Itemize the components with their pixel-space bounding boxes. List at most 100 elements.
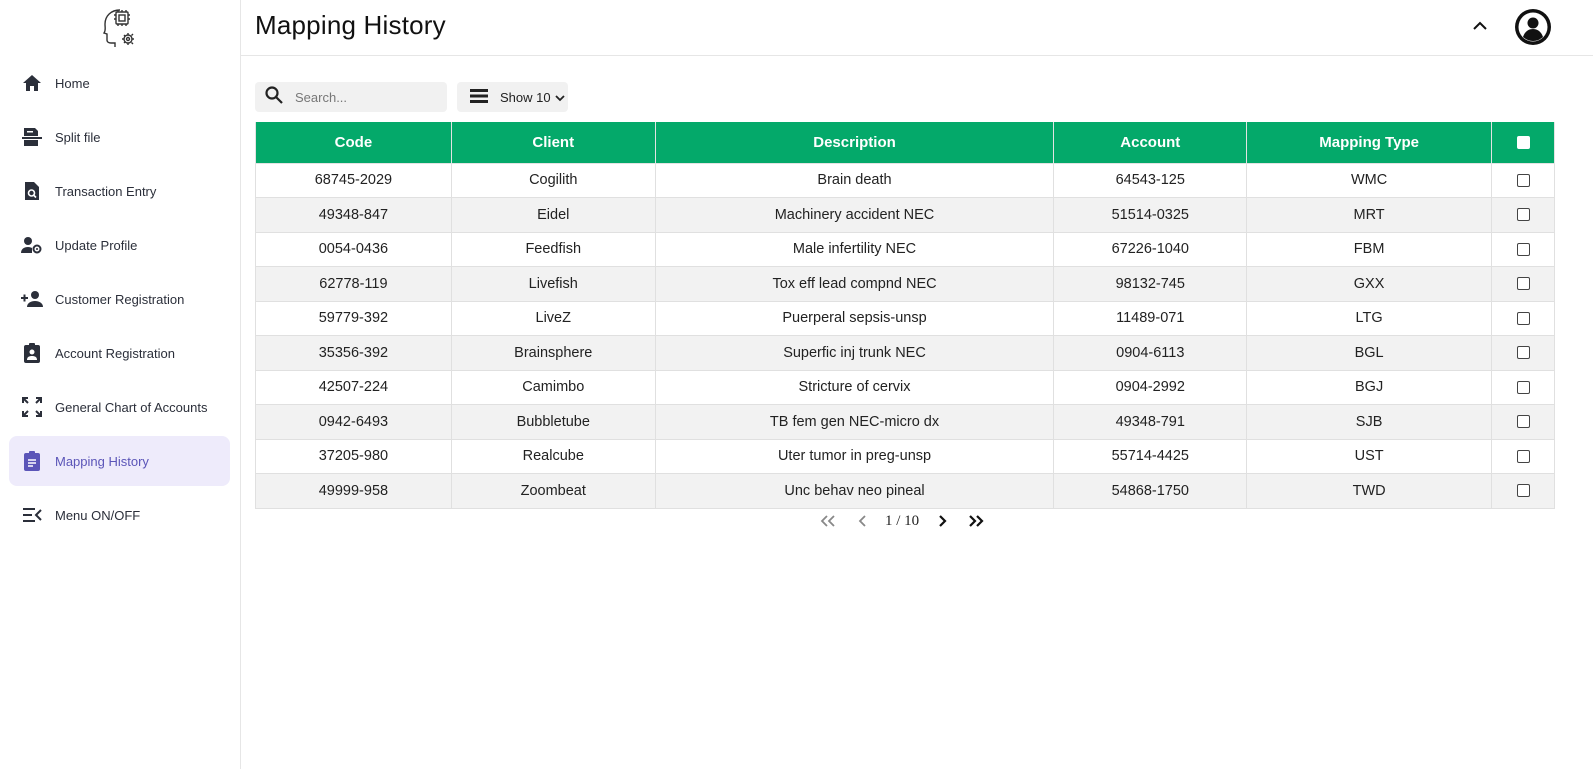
cell-description: Stricture of cervix (654, 369, 1055, 405)
page-title: Mapping History (255, 10, 446, 40)
cell-description: TB fem gen NEC-micro dx (654, 404, 1055, 440)
cell-account: 51514-0325 (1053, 197, 1248, 233)
user-gear-icon (21, 234, 43, 256)
select-all-checkbox[interactable] (1516, 136, 1530, 150)
cell-account: 0904-2992 (1053, 369, 1248, 405)
sidebar-item-home[interactable]: Home (9, 58, 230, 108)
cell-code: 68745-2029 (255, 162, 452, 198)
show-entries-select[interactable]: Show 10 (457, 82, 568, 112)
cell-mapping-type: MRT (1246, 197, 1492, 233)
cell-client: Camimbo (450, 369, 656, 405)
row-checkbox[interactable] (1516, 484, 1530, 498)
cell-code: 35356-392 (255, 335, 452, 371)
cell-account: 49348-791 (1053, 404, 1248, 440)
cell-code: 37205-980 (255, 438, 452, 474)
sidebar-item-label: Transaction Entry (55, 183, 157, 199)
cell-mapping-type: WMC (1246, 162, 1492, 198)
cell-description: Tox eff lead compnd NEC (654, 266, 1055, 302)
sidebar-item-general-chart-of-accounts[interactable]: General Chart of Accounts (9, 382, 230, 432)
cell-mapping-type: TWD (1246, 473, 1492, 509)
row-checkbox[interactable] (1516, 380, 1530, 394)
prev-page-icon[interactable] (851, 511, 873, 531)
first-page-icon[interactable] (817, 511, 839, 531)
cell-code: 42507-224 (255, 369, 452, 405)
row-checkbox[interactable] (1516, 449, 1530, 463)
cell-mapping-type: LTG (1246, 300, 1492, 336)
sidebar-item-update-profile[interactable]: Update Profile (9, 220, 230, 270)
badge-icon (21, 342, 43, 364)
cell-mapping-type: UST (1246, 438, 1492, 474)
show-entries-label: Show 10 (500, 89, 551, 105)
table-toolbar: Show 10 (255, 82, 568, 112)
search-input[interactable] (295, 89, 435, 105)
sidebar-item-customer-registration[interactable]: Customer Registration (9, 274, 230, 324)
table-header-row: Code Client Description Account Mapping … (255, 122, 1555, 164)
cell-description: Superfic inj trunk NEC (654, 335, 1055, 371)
select-all-cell (1491, 122, 1555, 164)
cell-client: Zoombeat (450, 473, 656, 509)
person-add-icon (21, 288, 43, 310)
cell-select (1491, 438, 1555, 474)
cell-mapping-type: SJB (1246, 404, 1492, 440)
column-header-description[interactable]: Description (654, 122, 1055, 164)
row-checkbox[interactable] (1516, 415, 1530, 429)
cell-account: 64543-125 (1053, 162, 1248, 198)
cell-client: Livefish (450, 266, 656, 302)
avatar[interactable] (1514, 8, 1552, 46)
page-indicator: 1 / 10 (885, 512, 920, 529)
cell-mapping-type: GXX (1246, 266, 1492, 302)
search-icon (265, 85, 283, 109)
chevron-up-icon[interactable] (1469, 14, 1491, 36)
table-row: 59779-392 LiveZ Puerperal sepsis-unsp 11… (255, 300, 1555, 336)
cell-description: Brain death (654, 162, 1055, 198)
cell-description: Uter tumor in preg-unsp (654, 438, 1055, 474)
row-checkbox[interactable] (1516, 311, 1530, 325)
cell-select (1491, 266, 1555, 302)
table-row: 42507-224 Camimbo Stricture of cervix 09… (255, 369, 1555, 405)
cell-description: Unc behav neo pineal (654, 473, 1055, 509)
column-header-client[interactable]: Client (450, 122, 656, 164)
sidebar-item-account-registration[interactable]: Account Registration (9, 328, 230, 378)
last-page-icon[interactable] (965, 511, 987, 531)
clipboard-icon (21, 450, 43, 472)
cell-account: 0904-6113 (1053, 335, 1248, 371)
sidebar-nav: Home Split file Transaction Entry Update… (9, 58, 230, 544)
column-header-account[interactable]: Account (1053, 122, 1248, 164)
cell-client: Cogilith (450, 162, 656, 198)
table-row: 68745-2029 Cogilith Brain death 64543-12… (255, 162, 1555, 198)
sidebar-item-transaction-entry[interactable]: Transaction Entry (9, 166, 230, 216)
search-box (255, 82, 447, 112)
sidebar-item-menu-toggle[interactable]: Menu ON/OFF (9, 490, 230, 540)
topbar: Mapping History (241, 0, 1593, 56)
table-row: 62778-119 Livefish Tox eff lead compnd N… (255, 266, 1555, 302)
column-header-code[interactable]: Code (255, 122, 452, 164)
row-checkbox[interactable] (1516, 346, 1530, 360)
cell-select (1491, 369, 1555, 405)
sidebar-item-label: Home (55, 75, 90, 91)
split-file-icon (21, 126, 43, 148)
sidebar-item-label: Mapping History (55, 453, 149, 469)
cell-select (1491, 404, 1555, 440)
sidebar-item-label: General Chart of Accounts (55, 399, 208, 415)
cell-description: Machinery accident NEC (654, 197, 1055, 233)
cell-client: Feedfish (450, 231, 656, 267)
next-page-icon[interactable] (931, 511, 953, 531)
column-header-mapping-type[interactable]: Mapping Type (1246, 122, 1492, 164)
row-checkbox[interactable] (1516, 242, 1530, 256)
mapping-history-table: Code Client Description Account Mapping … (255, 122, 1555, 509)
home-icon (21, 72, 43, 94)
document-search-icon (21, 180, 43, 202)
sidebar-item-mapping-history[interactable]: Mapping History (9, 436, 230, 486)
row-checkbox[interactable] (1516, 208, 1530, 222)
sidebar-item-split-file[interactable]: Split file (9, 112, 230, 162)
brain-gear-logo-icon (100, 6, 140, 48)
cell-mapping-type: BGL (1246, 335, 1492, 371)
row-checkbox[interactable] (1516, 173, 1530, 187)
table-row: 0942-6493 Bubbletube TB fem gen NEC-micr… (255, 404, 1555, 440)
cell-mapping-type: FBM (1246, 231, 1492, 267)
table-row: 35356-392 Brainsphere Superfic inj trunk… (255, 335, 1555, 371)
cell-client: Brainsphere (450, 335, 656, 371)
cell-client: LiveZ (450, 300, 656, 336)
row-checkbox[interactable] (1516, 277, 1530, 291)
table-row: 49999-958 Zoombeat Unc behav neo pineal … (255, 473, 1555, 509)
